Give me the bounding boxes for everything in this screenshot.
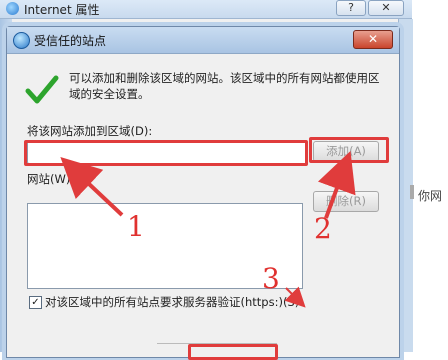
annotation-number-1: 1 <box>127 210 145 243</box>
background-text: 你网 <box>418 189 443 203</box>
internet-explorer-icon <box>6 2 19 15</box>
annotation-number-2: 2 <box>314 212 332 245</box>
remove-button[interactable]: 删除(R) <box>313 191 379 212</box>
zone-info-text: 可以添加和删除该区域的网站。该区域中的所有网站都使用区域的安全设置。 <box>69 71 380 101</box>
dialog-titlebar: 受信任的站点 ✕ <box>7 27 399 54</box>
background-cursor-icon <box>410 185 414 199</box>
dialog-title: 受信任的站点 <box>34 34 107 48</box>
annotation-number-3: 3 <box>262 262 280 295</box>
require-https-checkbox[interactable]: ✓ <box>29 296 42 309</box>
add-site-label: 将该网站添加到区域(D): <box>27 124 153 138</box>
annotation-box-bottom <box>188 344 278 360</box>
annotation-box-input <box>24 140 308 166</box>
parent-window-titlebar: Internet 属性 ? ✕ <box>0 0 412 19</box>
trusted-sites-dialog: 受信任的站点 ✕ 可以添加和删除该区域的网站。该区域中的所有网站都使用区域的安全… <box>6 26 400 358</box>
parent-help-button[interactable]: ? <box>336 0 366 16</box>
parent-window-title: Internet 属性 <box>24 3 100 17</box>
parent-close-button[interactable]: ✕ <box>368 0 404 16</box>
sites-label: 网站(W): <box>27 172 75 186</box>
require-https-label: 对该区域中的所有站点要求服务器验证(https:)(S) <box>45 295 300 309</box>
annotation-box-add-button <box>309 137 389 163</box>
dialog-close-button[interactable]: ✕ <box>353 30 393 49</box>
green-checkmark-icon <box>25 75 59 104</box>
globe-icon <box>13 32 30 49</box>
